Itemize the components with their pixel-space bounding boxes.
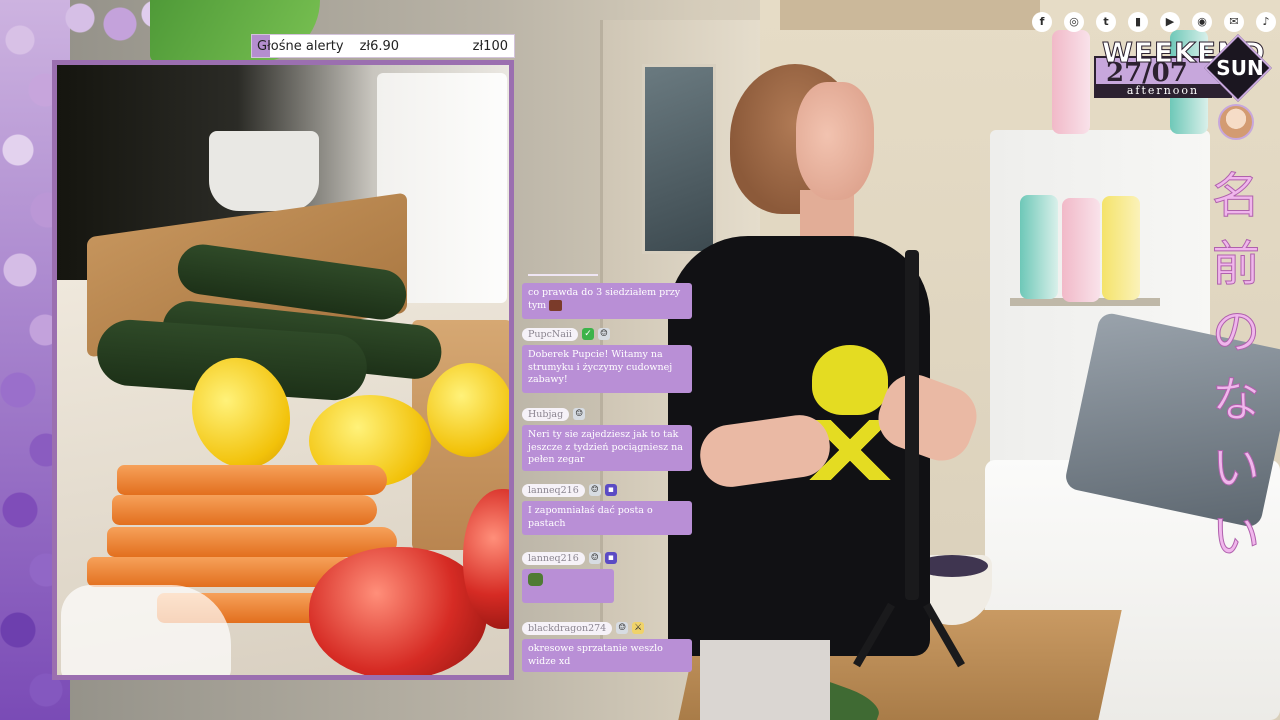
jp-char: の bbox=[1211, 304, 1260, 361]
chat-username: lanneq216 bbox=[522, 551, 585, 565]
chat-username: PupcNaii bbox=[522, 327, 578, 341]
instagram-icon[interactable]: ◎ bbox=[1064, 12, 1084, 32]
skull-print bbox=[812, 345, 888, 415]
chat-bubble bbox=[522, 569, 614, 603]
carrot bbox=[117, 465, 387, 495]
jp-char: 前 bbox=[1211, 236, 1260, 293]
facebook-icon[interactable]: f bbox=[1032, 12, 1052, 32]
discord-icon[interactable]: ◉ bbox=[1192, 12, 1212, 32]
chat-text: Doberek Pupcie! Witamy na strumyku i życ… bbox=[528, 349, 673, 385]
alerts-goal-bar: Głośne alerty zł6.90 zł100 bbox=[251, 34, 515, 58]
drink-can bbox=[1020, 195, 1058, 299]
check-badge-icon: ✓ bbox=[581, 328, 594, 340]
chat-bubble: Neri ty sie zajedziesz jak to tak jeszcz… bbox=[522, 425, 692, 471]
robot-badge-icon: ☺ bbox=[588, 484, 601, 496]
alerts-goal-current: zł6.90 bbox=[359, 38, 400, 54]
chat-text: Neri ty sie zajedziesz jak to tak jeszcz… bbox=[528, 429, 683, 465]
alerts-goal-title: Głośne alerty bbox=[257, 38, 344, 54]
robot-badge-icon: ☺ bbox=[597, 328, 610, 340]
camera-badge-icon: ▪ bbox=[604, 552, 617, 564]
carrot bbox=[107, 527, 397, 557]
schedule-panel: 27/07 WEEKEND afternoon SUN bbox=[1094, 34, 1280, 102]
overhead-camera-frame bbox=[52, 60, 514, 680]
alerts-goal-target: zł100 bbox=[472, 38, 508, 54]
chat-overlay: co prawda do 3 siedziałem przy tym PupcN… bbox=[522, 274, 694, 684]
chat-message: lanneq216 ☺ ▪ I zapomniałaś dać posta o … bbox=[522, 482, 692, 535]
chat-text: okresowe sprzatanie weszlo widze xd bbox=[528, 643, 663, 667]
chat-text: I zapomniałaś dać posta o pastach bbox=[528, 505, 653, 529]
chat-username: blackdragon274 bbox=[522, 621, 613, 635]
apple bbox=[309, 547, 487, 675]
mail-icon[interactable]: ✉ bbox=[1224, 12, 1244, 32]
drink-can bbox=[1062, 198, 1100, 302]
upper-cabinet bbox=[780, 0, 1040, 30]
sword-badge-icon: ⚔ bbox=[632, 622, 645, 634]
jp-char: な bbox=[1211, 372, 1260, 429]
camera-tripod bbox=[905, 250, 919, 600]
streamer-face bbox=[796, 82, 874, 200]
streamer-avatar bbox=[1218, 104, 1254, 140]
jp-char: い bbox=[1211, 508, 1260, 565]
drink-can bbox=[1052, 30, 1090, 134]
vertical-japanese-text: 名 前 の な い い bbox=[1206, 162, 1266, 570]
schedule-day: SUN bbox=[1216, 56, 1264, 80]
chat-message: co prawda do 3 siedziałem przy tym bbox=[522, 280, 692, 319]
youtube-icon[interactable]: ▶ bbox=[1160, 12, 1180, 32]
chat-bubble: Doberek Pupcie! Witamy na strumyku i życ… bbox=[522, 345, 692, 393]
robot-badge-icon: ☺ bbox=[588, 552, 601, 564]
pepe-emote-icon bbox=[528, 573, 543, 586]
chat-username: lanneq216 bbox=[522, 483, 585, 497]
chat-message: lanneq216 ☺ ▪ bbox=[522, 550, 692, 603]
schedule-time-of-day: afternoon bbox=[1094, 84, 1232, 98]
robot-badge-icon: ☺ bbox=[573, 408, 586, 420]
mug bbox=[209, 131, 319, 211]
drink-can bbox=[1102, 196, 1140, 300]
jp-char: い bbox=[1211, 440, 1260, 497]
chat-bubble: co prawda do 3 siedziałem przy tym bbox=[522, 283, 692, 319]
plastic-bag bbox=[61, 585, 231, 675]
camera-badge-icon: ▪ bbox=[604, 484, 617, 496]
door-window bbox=[642, 64, 716, 254]
chat-message: Hubjag ☺ Neri ty sie zajedziesz jak to t… bbox=[522, 406, 692, 471]
chat-divider bbox=[528, 274, 598, 276]
chat-bubble: I zapomniałaś dać posta o pastach bbox=[522, 501, 692, 535]
chat-message: blackdragon274 ☺ ⚔ okresowe sprzatanie w… bbox=[522, 620, 692, 672]
twitch-icon[interactable]: ▮ bbox=[1128, 12, 1148, 32]
carrot bbox=[112, 495, 377, 525]
tiktok-icon[interactable]: ♪ bbox=[1256, 12, 1276, 32]
robot-badge-icon: ☺ bbox=[616, 622, 629, 634]
streamer-pants bbox=[700, 640, 830, 720]
brown-emote-icon bbox=[549, 299, 563, 311]
lemon bbox=[427, 363, 509, 457]
twitter-icon[interactable]: t bbox=[1096, 12, 1116, 32]
chat-message: PupcNaii ✓ ☺ Doberek Pupcie! Witamy na s… bbox=[522, 326, 692, 393]
chat-bubble: okresowe sprzatanie weszlo widze xd bbox=[522, 639, 692, 672]
jp-char: 名 bbox=[1211, 168, 1260, 225]
social-icons-bar: f ◎ t ▮ ▶ ◉ ✉ ♪ bbox=[1032, 12, 1276, 32]
chat-username: Hubjag bbox=[522, 407, 570, 421]
